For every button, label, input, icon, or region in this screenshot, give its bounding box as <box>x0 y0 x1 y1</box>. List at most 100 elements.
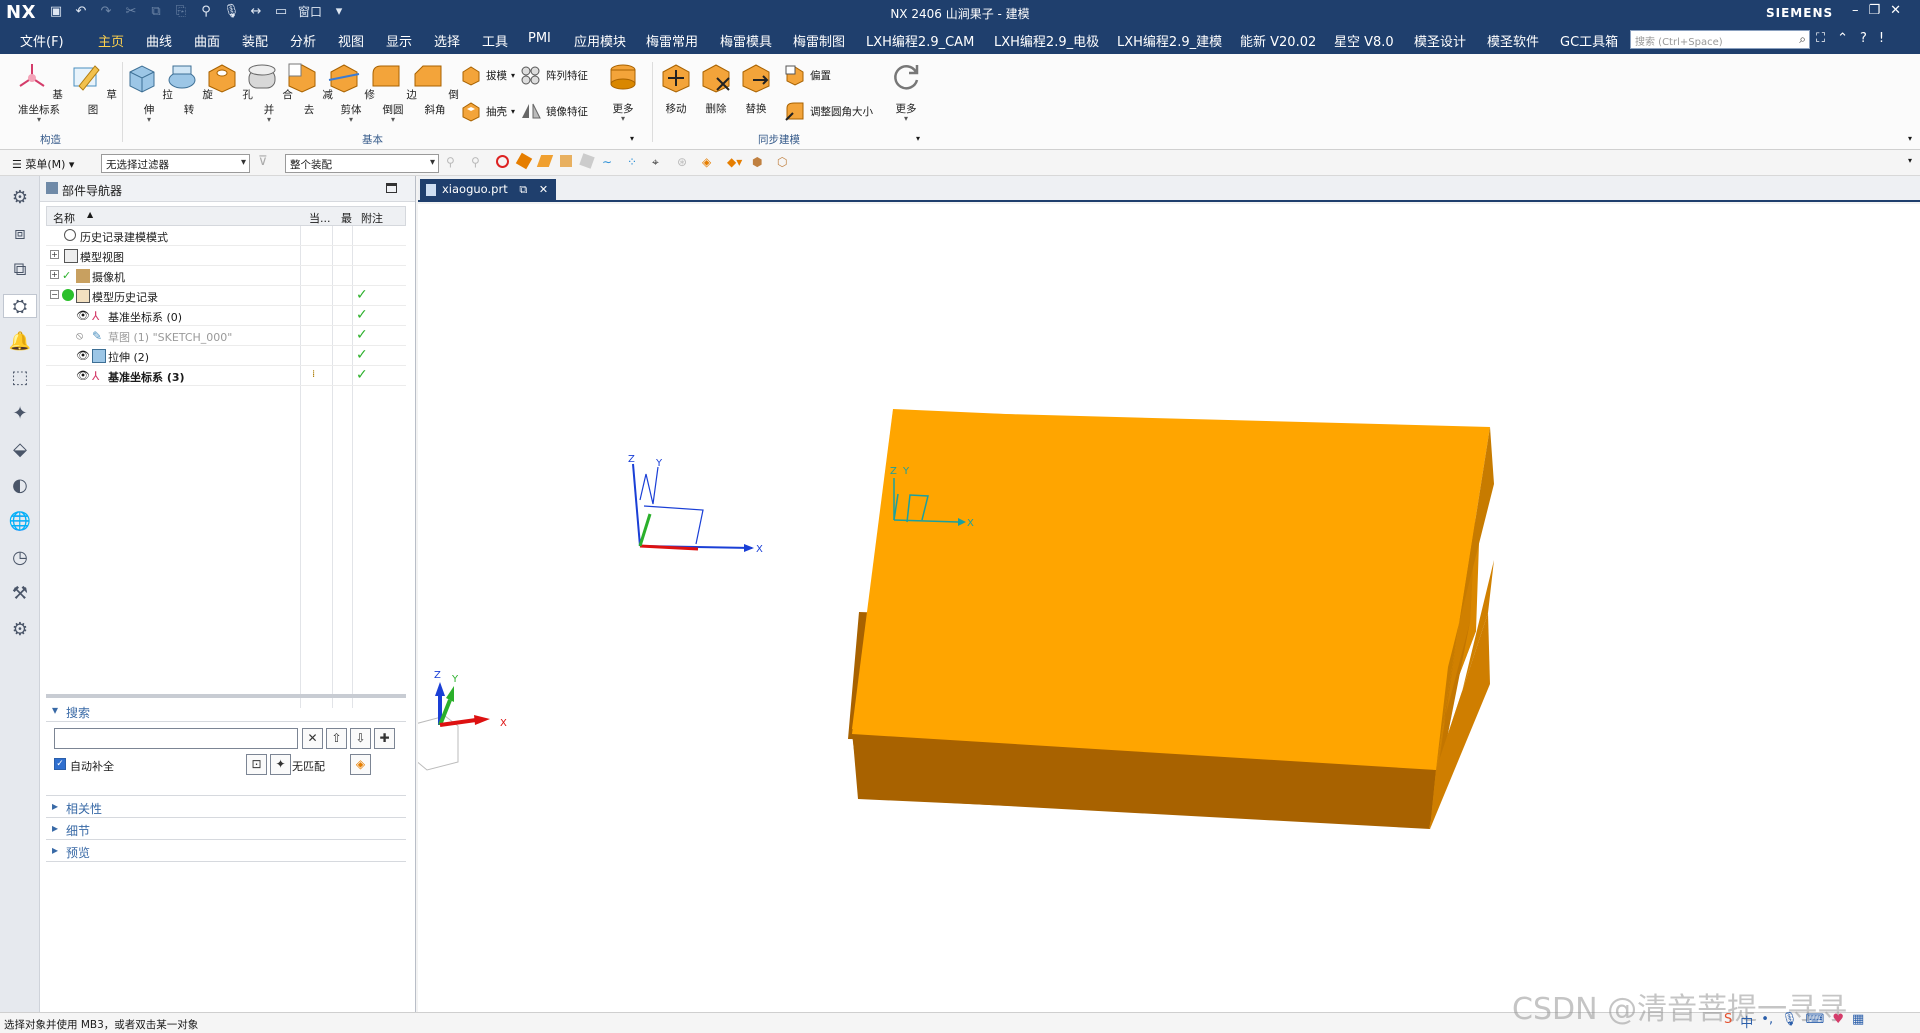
collapse-ribbon-icon[interactable]: ⌃ <box>1837 31 1848 46</box>
relevance-section-header[interactable]: 相关性 <box>46 796 406 818</box>
type-filter-dropdown[interactable]: 无选择过滤器 <box>101 154 250 173</box>
body-face-icon[interactable] <box>579 153 595 169</box>
point-snap-icon[interactable]: ⁘ <box>627 155 643 171</box>
clear-search-icon[interactable]: ✕ <box>302 728 323 749</box>
highlight-icon[interactable]: ✦ <box>270 754 291 775</box>
tab-select[interactable]: 选择 <box>434 31 460 50</box>
pattern-feature-button[interactable]: 阵列特征 <box>520 64 588 86</box>
document-tab[interactable]: xiaoguo.prt ⧉ ✕ <box>420 179 557 201</box>
tab-assembly[interactable]: 装配 <box>242 31 268 50</box>
restore-icon[interactable]: ❐ <box>1869 3 1881 18</box>
draft-button[interactable]: 拔模 ▾ <box>460 64 515 86</box>
sync-more-button[interactable]: 更多 ▾ <box>884 54 928 123</box>
tree-row-datum-csys-3[interactable]: 👁 ⅄ 基准坐标系 (3) ⁞ ✓ <box>46 366 406 386</box>
preview-section-header[interactable]: 预览 <box>46 840 406 862</box>
visibility-eye-icon[interactable]: 👁 <box>76 369 90 383</box>
basic-group-expand-icon[interactable]: ▾ <box>630 134 634 143</box>
previous-match-icon[interactable]: ⇧ <box>326 728 347 749</box>
view-triad[interactable] <box>414 682 490 771</box>
tab-tools[interactable]: 工具 <box>482 31 508 50</box>
search-icon[interactable]: ⌕ <box>1799 32 1806 47</box>
history-palette-icon[interactable]: ◐ <box>8 474 32 498</box>
tree-row-model-history[interactable]: − 模型历史记录 ✓ <box>46 286 406 306</box>
search-section-header[interactable]: 搜索 <box>46 700 406 722</box>
tab-nengxin[interactable]: 能新 V20.02 <box>1240 31 1316 50</box>
window-menu[interactable]: 窗口 <box>298 4 322 20</box>
deselect-icon[interactable]: ⚲ <box>471 155 487 171</box>
auto-complete-checkbox[interactable]: ✓ <box>54 758 66 770</box>
column-note[interactable]: 附注 <box>361 210 383 226</box>
component-select-icon[interactable]: ⬡ <box>777 155 793 171</box>
clock-icon[interactable]: ◷ <box>8 546 32 570</box>
chamfer-button[interactable]: 倒斜角 <box>410 54 460 117</box>
settings-icon[interactable]: ⚙ <box>8 186 32 210</box>
tab-gc-toolbox[interactable]: GC工具箱 <box>1560 31 1618 50</box>
maximize-panel-icon[interactable] <box>386 183 397 193</box>
face-icon[interactable] <box>536 155 554 167</box>
reuse-library-icon[interactable]: ⬚ <box>8 366 32 390</box>
tab-view[interactable]: 视图 <box>338 31 364 50</box>
process-studio-icon[interactable]: ⚙ <box>8 618 32 642</box>
undo-icon[interactable]: ↶ <box>73 4 89 20</box>
tab-applications[interactable]: 应用模块 <box>574 31 626 50</box>
window-icon[interactable]: ▭ <box>273 4 289 20</box>
next-match-icon[interactable]: ⇩ <box>350 728 371 749</box>
column-current[interactable]: 当... <box>309 210 331 226</box>
assembly-navigator-icon[interactable]: ⧈ <box>8 222 32 246</box>
column-name[interactable]: 名称 <box>53 210 75 226</box>
touch-mode-icon[interactable]: ↔ <box>248 4 264 20</box>
select-matches-icon[interactable]: ◈ <box>350 754 371 775</box>
visibility-eye-icon[interactable]: 👁 <box>76 309 90 323</box>
paste-icon[interactable]: ⎘ <box>173 4 189 20</box>
graphics-window[interactable]: X Z Y Z Y X Z Y X <box>414 204 1920 1012</box>
cut-icon[interactable]: ✂ <box>123 4 139 20</box>
constraint-navigator-icon[interactable]: ⧉ <box>8 258 32 282</box>
ime-menu-icon[interactable]: ▦ <box>1852 1012 1864 1031</box>
tab-lxh-modeling[interactable]: LXH编程2.9_建模 <box>1117 31 1222 50</box>
tab-meilei-mold[interactable]: 梅雷模具 <box>720 31 772 50</box>
customize-dropdown-icon[interactable]: ▾ <box>331 4 347 20</box>
close-icon[interactable]: ✕ <box>1890 3 1901 18</box>
tree-row-sketch-1[interactable]: ⦸ ✎ 草图 (1) "SKETCH_000" ✓ <box>46 326 406 346</box>
filter-icon[interactable]: ⊡ <box>246 754 267 775</box>
body-select-icon[interactable]: ⬢ <box>752 155 768 171</box>
hd3d-tools-icon[interactable]: ✦ <box>8 402 32 426</box>
fullscreen-icon[interactable]: ⛶ <box>1816 31 1825 46</box>
datum-csys-button[interactable]: 基准坐标系 ▾ <box>10 54 68 124</box>
tab-meilei-drafting[interactable]: 梅雷制图 <box>793 31 845 50</box>
tab-display[interactable]: 显示 <box>386 31 412 50</box>
expand-icon[interactable]: + <box>50 270 59 279</box>
sort-ascending-icon[interactable]: ▲ <box>87 210 93 219</box>
sync-group-expand-icon[interactable]: ▾ <box>916 134 920 143</box>
tree-row-datum-csys-0[interactable]: 👁 ⅄ 基准坐标系 (0) ✓ <box>46 306 406 326</box>
web-browser-icon[interactable]: ⬙ <box>8 438 32 462</box>
tab-curve[interactable]: 曲线 <box>146 31 172 50</box>
tab-xingkong[interactable]: 星空 V8.0 <box>1334 31 1394 50</box>
ime-skin-icon[interactable]: ♥ <box>1832 1012 1844 1031</box>
notification-bell-icon[interactable]: 🔔 <box>8 330 32 354</box>
column-latest[interactable]: 最 <box>341 210 352 226</box>
details-section-header[interactable]: 细节 <box>46 818 406 840</box>
tab-analysis[interactable]: 分析 <box>290 31 316 50</box>
navigator-search-input[interactable] <box>54 728 298 749</box>
curve-icon[interactable]: ∼ <box>602 155 618 171</box>
menu-button[interactable]: ☰ 菜单(M) ▾ <box>12 156 74 172</box>
ime-language-icon[interactable]: 中 <box>1740 1012 1753 1031</box>
ime-voice-icon[interactable]: 🎙 <box>1781 1012 1798 1031</box>
no-selection-icon[interactable] <box>496 155 509 168</box>
microphone-icon[interactable]: 🎙 <box>223 4 240 20</box>
tree-row-cameras[interactable]: + ✓ 摄像机 <box>46 266 406 286</box>
feature-face-icon[interactable] <box>560 155 572 167</box>
tab-meilei-common[interactable]: 梅雷常用 <box>646 31 698 50</box>
tools-icon[interactable]: ⚒ <box>8 582 32 606</box>
alert-icon[interactable]: ! <box>1879 31 1884 46</box>
sketch-button[interactable]: 草图 <box>68 54 118 117</box>
mirror-feature-button[interactable]: 镜像特征 <box>520 100 588 122</box>
tab-pmi[interactable]: PMI <box>528 31 551 46</box>
save-icon[interactable]: ▣ <box>48 4 64 20</box>
select-all-icon[interactable]: ⚲ <box>446 155 462 171</box>
ime-logo-icon[interactable]: S <box>1724 1012 1732 1031</box>
graphics-canvas[interactable]: X Z Y Z Y X Z Y X <box>414 204 1920 1012</box>
replace-face-button[interactable]: 替换 <box>734 54 778 116</box>
resize-blend-button[interactable]: 调整圆角大小 <box>784 100 873 122</box>
